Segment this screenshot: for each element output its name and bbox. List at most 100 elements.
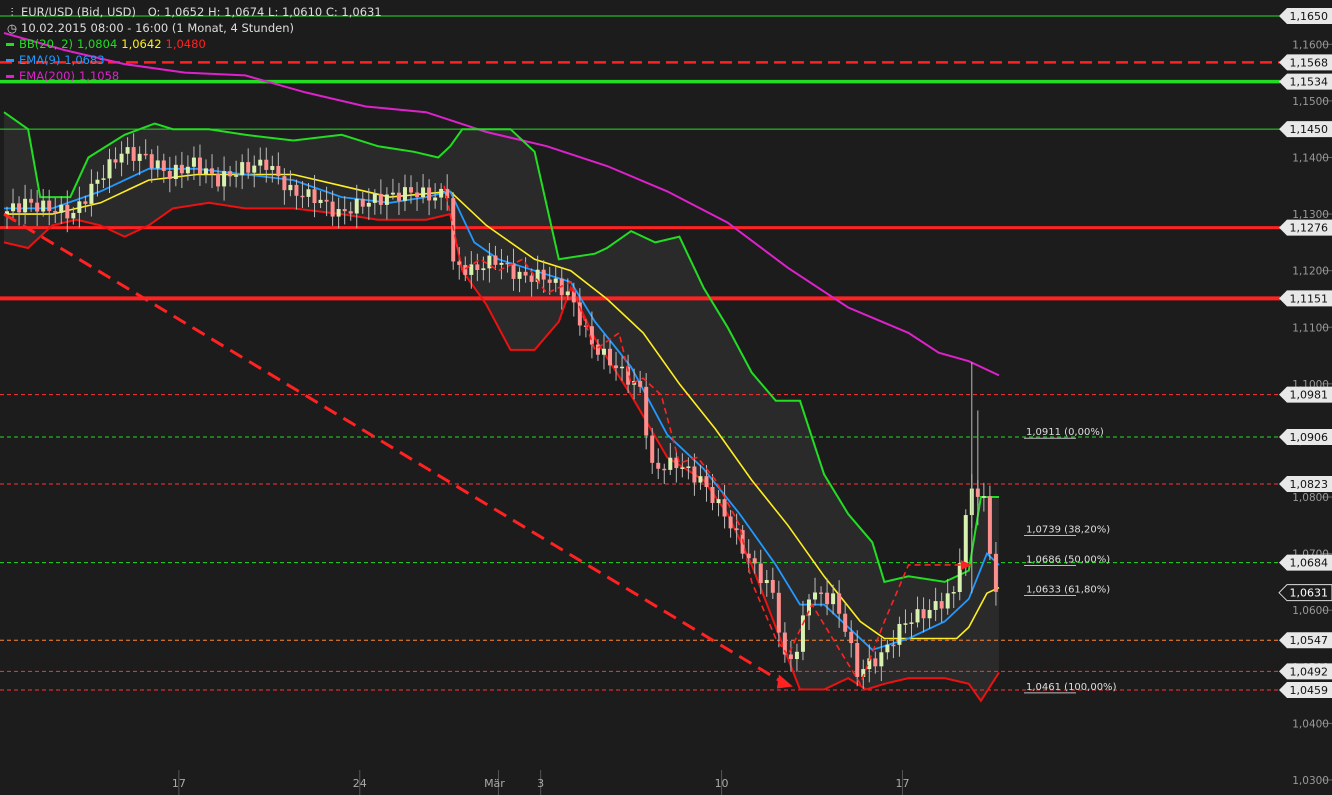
legend-name: BB(20, 2) xyxy=(19,37,74,51)
candle-body xyxy=(547,279,552,283)
candle-body xyxy=(608,348,612,366)
candle-body xyxy=(758,563,763,584)
candle-body xyxy=(155,160,160,169)
candle-body xyxy=(770,580,775,593)
price-marker-label: 1,1568 xyxy=(1290,56,1329,69)
candle-body xyxy=(258,159,263,166)
candle-body xyxy=(137,153,142,161)
candle-body xyxy=(752,558,757,564)
indicator-legend-bb[interactable]: BB(20, 2) 1,0804 1,0642 1,0480 xyxy=(6,36,210,52)
candle-body xyxy=(143,153,148,156)
candle-body xyxy=(179,164,184,174)
candle-body xyxy=(698,476,703,483)
candle-body xyxy=(728,516,733,529)
legend-value: 1,0683 xyxy=(64,53,105,67)
candle-body xyxy=(83,201,88,204)
candle-body xyxy=(294,184,299,196)
candle-body xyxy=(89,183,94,204)
candle-body xyxy=(993,553,998,592)
indicator-legend-ema9[interactable]: EMA(9) 1,0683 xyxy=(6,52,109,68)
candle-body xyxy=(499,262,504,265)
candle-body xyxy=(65,204,70,219)
candle-body xyxy=(77,201,82,213)
candle-body xyxy=(855,643,860,677)
legend-swatch xyxy=(6,43,14,46)
legend-name: EMA(200) xyxy=(19,69,75,83)
time-tick-label: 10 xyxy=(715,777,729,790)
indicator-legend-ema200[interactable]: EMA(200) 1,1058 xyxy=(6,68,123,84)
time-tick-label: 17 xyxy=(895,777,909,790)
candle-body xyxy=(885,644,890,653)
fib-label: 1,0911 (0,00%) xyxy=(1026,427,1104,438)
price-tick-label: 1,0600 xyxy=(1292,605,1329,617)
price-marker-label: 1,1276 xyxy=(1290,222,1329,235)
candle-body xyxy=(837,593,842,614)
candle-body xyxy=(240,162,245,176)
candle-body xyxy=(119,153,124,163)
candle-body xyxy=(378,193,383,205)
candle-body xyxy=(915,609,920,623)
candle-body xyxy=(529,275,534,282)
candle-body xyxy=(987,496,992,554)
candle-body xyxy=(216,173,221,187)
candle-body xyxy=(324,199,329,202)
price-tick-label: 1,1400 xyxy=(1292,152,1329,164)
candle-body xyxy=(927,609,932,619)
fibonacci-levels: 1,0911 (0,00%) 1,0739 (38,20%) 1,0686 (50,… xyxy=(1024,427,1117,694)
candle-body xyxy=(819,592,824,594)
candle-body xyxy=(384,194,389,205)
candle-body xyxy=(523,271,528,276)
candle-body xyxy=(47,200,52,212)
price-marker-label: 1,0459 xyxy=(1290,684,1329,697)
price-tick-label: 1,0300 xyxy=(1292,775,1329,787)
candle-body xyxy=(348,211,353,214)
candle-body xyxy=(939,601,944,609)
candle-body xyxy=(897,623,902,645)
time-tick-label: 24 xyxy=(353,777,367,790)
candle-body xyxy=(107,159,112,179)
fib-label: 1,0686 (50,00%) xyxy=(1026,555,1110,566)
ohlc-readout: O: 1,0652 H: 1,0674 L: 1,0610 C: 1,0631 xyxy=(147,5,382,19)
price-tick-label: 1,1100 xyxy=(1292,322,1329,334)
candle-body xyxy=(933,601,938,610)
candle-body xyxy=(396,192,401,201)
candle-body xyxy=(734,528,739,531)
candle-body xyxy=(252,165,257,173)
chart-title-row: ⫶ EUR/USD (Bid, USD) O: 1,0652 H: 1,0674 … xyxy=(6,4,386,20)
candle-body xyxy=(300,195,305,198)
price-marker-label: 1,0823 xyxy=(1290,478,1329,491)
candle-body xyxy=(692,466,697,483)
candle-body xyxy=(722,499,727,517)
candle-body xyxy=(945,593,950,609)
candle-body xyxy=(125,147,130,154)
candle-body xyxy=(776,592,781,633)
candle-body xyxy=(571,291,576,303)
candle-body xyxy=(650,435,655,463)
candle-body xyxy=(191,157,196,167)
candle-body xyxy=(312,189,317,204)
period-row: ◷ 10.02.2015 08:00 - 16:00 (1 Monat, 4 St… xyxy=(6,20,298,36)
price-tick-label: 1,1300 xyxy=(1292,209,1329,221)
candle-body xyxy=(849,631,854,644)
candle-body xyxy=(234,175,239,177)
candle-body xyxy=(342,209,347,212)
candle-body xyxy=(246,162,251,173)
candle-body xyxy=(360,198,365,207)
price-chart[interactable]: 1,0911 (0,00%) 1,0739 (38,20%) 1,0686 (50,… xyxy=(0,0,1332,795)
candle-body xyxy=(517,271,522,279)
candle-body xyxy=(686,466,691,468)
symbol-label: EUR/USD (Bid, USD) xyxy=(21,5,137,19)
candle-body xyxy=(963,515,968,564)
legend-name: EMA(9) xyxy=(19,53,61,67)
candle-body xyxy=(113,159,118,163)
candle-body xyxy=(638,380,643,387)
candle-body xyxy=(17,203,22,213)
candle-body xyxy=(71,212,76,219)
candle-body xyxy=(668,457,673,470)
candle-body xyxy=(318,199,323,204)
candle-body xyxy=(409,187,414,193)
price-marker-label: 1,0547 xyxy=(1290,634,1329,647)
price-marker-label: 1,0981 xyxy=(1290,389,1329,402)
price-marker-label: 1,1650 xyxy=(1290,10,1329,23)
time-tick-label: 3 xyxy=(537,777,544,790)
